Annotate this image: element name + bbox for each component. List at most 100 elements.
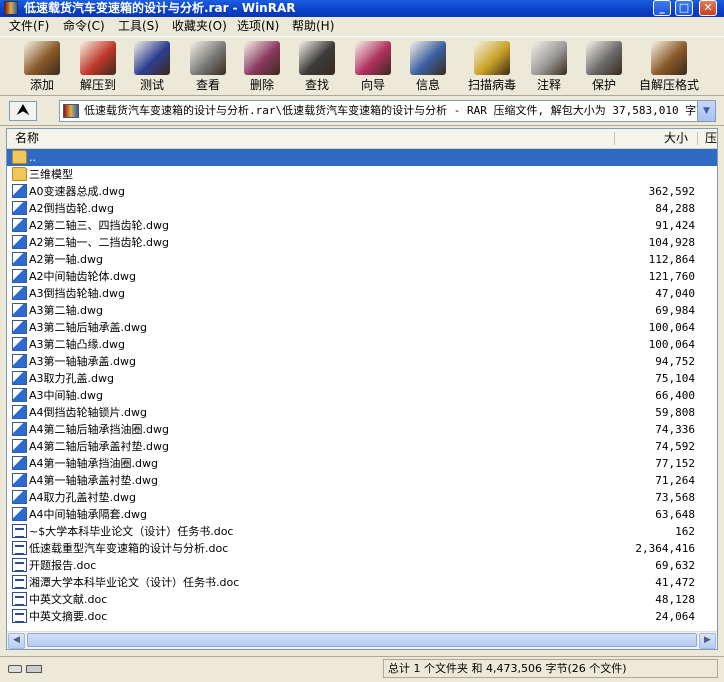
folder-icon [12,167,27,181]
comment-button[interactable]: 注释 [521,39,577,95]
file-row[interactable]: 开题报告.doc 69,632 [7,557,717,574]
file-row[interactable]: A3第二轴凸缘.dwg 100,064 [7,336,717,353]
add-button[interactable]: 添加 [14,39,70,95]
file-name: A3第一轴轴承盖.dwg [29,355,136,368]
scroll-left-icon[interactable]: ◀ [8,633,25,649]
file-row[interactable]: A4取力孔盖衬垫.dwg 73,568 [7,489,717,506]
file-size: 69,632 [655,559,695,572]
file-size: 69,984 [655,304,695,317]
scroll-right-icon[interactable]: ▶ [699,633,716,649]
file-name: A4第一轴轴承盖衬垫.dwg [29,474,158,487]
menu-options[interactable]: 选项(N) [237,17,279,36]
column-packed-header[interactable]: 压 [705,129,717,148]
file-row[interactable]: 中英文摘要.doc 24,064 [7,608,717,625]
file-size: 112,864 [648,253,695,266]
menu-commands[interactable]: 命令(C) [63,17,105,36]
menu-favorites[interactable]: 收藏夹(O) [172,17,227,36]
file-size: 91,424 [655,219,695,232]
file-row[interactable]: 湘潭大学本科毕业论文（设计）任务书.doc 41,472 [7,574,717,591]
chevron-down-icon[interactable]: ▼ [697,101,715,121]
menu-file[interactable]: 文件(F) [9,17,49,36]
title-bar: 低速载货汽车变速箱的设计与分析.rar - WinRAR _ □ ✕ [0,0,724,17]
winrar-app-icon[interactable] [4,1,18,15]
file-row[interactable]: 低速载重型汽车变速箱的设计与分析.doc 2,364,416 [7,540,717,557]
file-row[interactable]: A4倒挡齿轮轴锁片.dwg 59,808 [7,404,717,421]
address-bar: ⮝ 低速载货汽车变速箱的设计与分析.rar\低速载货汽车变速箱的设计与分析 - … [0,97,724,126]
test-button[interactable]: 测试 [124,39,180,95]
close-button[interactable]: ✕ [699,0,717,16]
file-row[interactable]: A3取力孔盖.dwg 75,104 [7,370,717,387]
file-row[interactable]: A4第一轴轴承挡油圈.dwg 77,152 [7,455,717,472]
file-size: 59,808 [655,406,695,419]
file-size: 74,336 [655,423,695,436]
extract-to-button[interactable]: 解压到 [70,39,126,95]
folder-row[interactable]: 三维模型 [7,166,717,183]
dwg-file-icon [12,218,27,232]
doc-file-icon [12,592,27,606]
file-size: 71,264 [655,474,695,487]
horizontal-scrollbar[interactable]: ◀ ▶ [7,631,717,649]
dwg-file-icon [12,184,27,198]
file-row[interactable]: A4第二轴后轴承挡油圈.dwg 74,336 [7,421,717,438]
doc-file-icon [12,541,27,555]
info-button[interactable]: 信息 [400,39,456,95]
find-button[interactable]: 查找 [289,39,345,95]
dwg-file-icon [12,269,27,283]
view-glasses-icon [190,41,226,75]
file-size: 73,568 [655,491,695,504]
file-name: A2第一轴.dwg [29,253,103,266]
file-name: A4第二轴后轴承挡油圈.dwg [29,423,169,436]
file-row[interactable]: A2第二轴一、二挡齿轮.dwg 104,928 [7,234,717,251]
sfx-button[interactable]: 自解压格式 [637,39,701,95]
minimize-button[interactable]: _ [653,0,671,16]
file-row[interactable]: A4中间轴轴承隔套.dwg 63,648 [7,506,717,523]
protect-button[interactable]: 保护 [576,39,632,95]
dwg-file-icon [12,422,27,436]
doc-file-icon [12,524,27,538]
dwg-file-icon [12,201,27,215]
file-row[interactable]: A3第二轴后轴承盖.dwg 100,064 [7,319,717,336]
dwg-file-icon [12,286,27,300]
file-name: A4倒挡齿轮轴锁片.dwg [29,406,147,419]
file-row[interactable]: ~$大学本科毕业论文（设计）任务书.doc 162 [7,523,717,540]
file-row[interactable]: A3第二轴.dwg 69,984 [7,302,717,319]
menu-tools[interactable]: 工具(S) [118,17,159,36]
file-name: A2第二轴三、四挡齿轮.dwg [29,219,169,232]
drive-status-icons [8,663,44,675]
file-name: ~$大学本科毕业论文（设计）任务书.doc [29,525,234,538]
file-name: 开题报告.doc [29,559,97,572]
up-one-level-button[interactable]: ⮝ [9,101,37,121]
scrollbar-thumb[interactable] [27,633,697,647]
folder-row[interactable]: .. [7,149,717,166]
delete-button[interactable]: 删除 [234,39,290,95]
column-name-header[interactable]: 名称 [15,129,39,148]
view-button[interactable]: 查看 [180,39,236,95]
file-row[interactable]: A2第一轴.dwg 112,864 [7,251,717,268]
maximize-button[interactable]: □ [675,0,693,16]
file-name: .. [29,151,36,164]
file-row[interactable]: A2第二轴三、四挡齿轮.dwg 91,424 [7,217,717,234]
file-row[interactable]: A4第二轴后轴承盖衬垫.dwg 74,592 [7,438,717,455]
file-row[interactable]: A3中间轴.dwg 66,400 [7,387,717,404]
dwg-file-icon [12,388,27,402]
file-row[interactable]: A3第一轴轴承盖.dwg 94,752 [7,353,717,370]
file-row[interactable]: A0变速器总成.dwg 362,592 [7,183,717,200]
file-name: A3取力孔盖.dwg [29,372,114,385]
file-list[interactable]: 名称 大小 压 .. 三维模型 A0变速器总成.dwg 362,592 A2倒挡齿轮.d… [6,128,718,650]
virus-scan-button[interactable]: 扫描病毒 [464,39,520,95]
file-row[interactable]: 中英文文献.doc 48,128 [7,591,717,608]
file-size: 75,104 [655,372,695,385]
dwg-file-icon [12,303,27,317]
file-row[interactable]: A2倒挡齿轮.dwg 84,288 [7,200,717,217]
file-name: A3第二轴凸缘.dwg [29,338,125,351]
find-binoculars-icon [299,41,335,75]
file-row[interactable]: A2中间轴齿轮体.dwg 121,760 [7,268,717,285]
column-size-header[interactable]: 大小 [664,129,688,148]
menu-help[interactable]: 帮助(H) [292,17,334,36]
dwg-file-icon [12,405,27,419]
file-row[interactable]: A3倒挡齿轮轴.dwg 47,040 [7,285,717,302]
address-field[interactable]: 低速载货汽车变速箱的设计与分析.rar\低速载货汽车变速箱的设计与分析 - RA… [59,100,716,122]
file-row[interactable]: A4第一轴轴承盖衬垫.dwg 71,264 [7,472,717,489]
file-size: 66,400 [655,389,695,402]
wizard-button[interactable]: 向导 [345,39,401,95]
